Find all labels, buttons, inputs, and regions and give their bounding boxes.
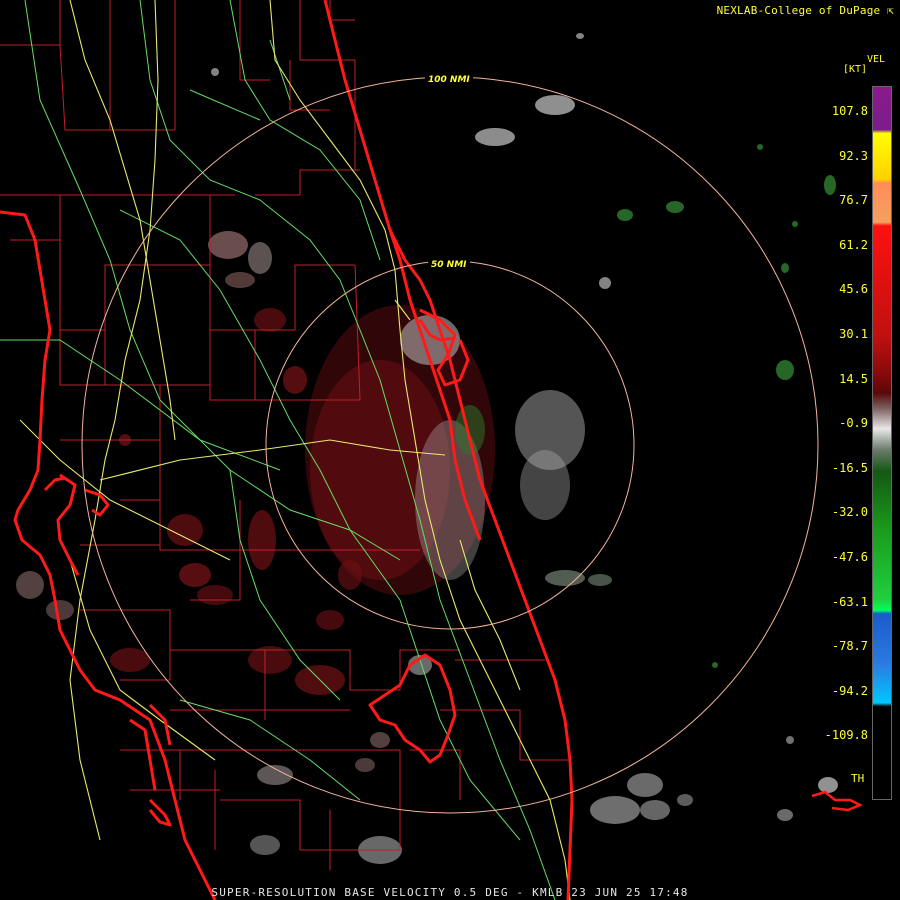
bahamas-outline	[811, 790, 864, 812]
legend-tick-label: -78.7	[831, 639, 868, 654]
product-description: SUPER-RESOLUTION BASE VELOCITY 0.5 DEG -…	[211, 886, 689, 899]
legend-tick-label: 30.1	[839, 327, 868, 341]
legend-tick-label: 45.6	[839, 282, 868, 297]
legend-unit: [KT]	[843, 64, 868, 75]
legend-title: VEL	[867, 54, 886, 65]
radar-display: 100 NMI 50 NMI NEXLAB-College of DuPage …	[0, 0, 900, 900]
legend-tick-label: -109.8	[824, 728, 868, 743]
ring-label-100nmi: 100 NMI	[428, 75, 470, 85]
legend-tick-label: -47.6	[831, 550, 868, 564]
ring-label-50nmi: 50 NMI	[431, 260, 467, 270]
velocity-echoes	[16, 33, 838, 864]
legend-tick-label: 61.2	[839, 237, 868, 252]
legend-tick-label: -0.9	[839, 416, 868, 431]
legend-tick-label: 14.5	[839, 371, 868, 386]
legend-tick-label: 76.7	[839, 193, 868, 208]
external-link-icon[interactable]: ⇱	[887, 4, 894, 17]
legend-th-label: TH	[851, 772, 865, 785]
legend-tick-label: -94.2	[831, 683, 868, 698]
radar-map: 100 NMI 50 NMI	[0, 0, 864, 900]
legend-tick-label: 107.8	[831, 104, 868, 118]
legend-tick-label: -16.5	[831, 460, 868, 475]
legend-tick-label: -32.0	[831, 505, 868, 520]
velocity-colorbar	[872, 86, 892, 800]
credit-label: NEXLAB-College of DuPage ⇱	[717, 4, 894, 17]
legend-tick-label: 92.3	[839, 148, 868, 163]
credit-text: NEXLAB-College of DuPage	[716, 4, 881, 17]
legend-tick-label: -63.1	[831, 594, 868, 609]
